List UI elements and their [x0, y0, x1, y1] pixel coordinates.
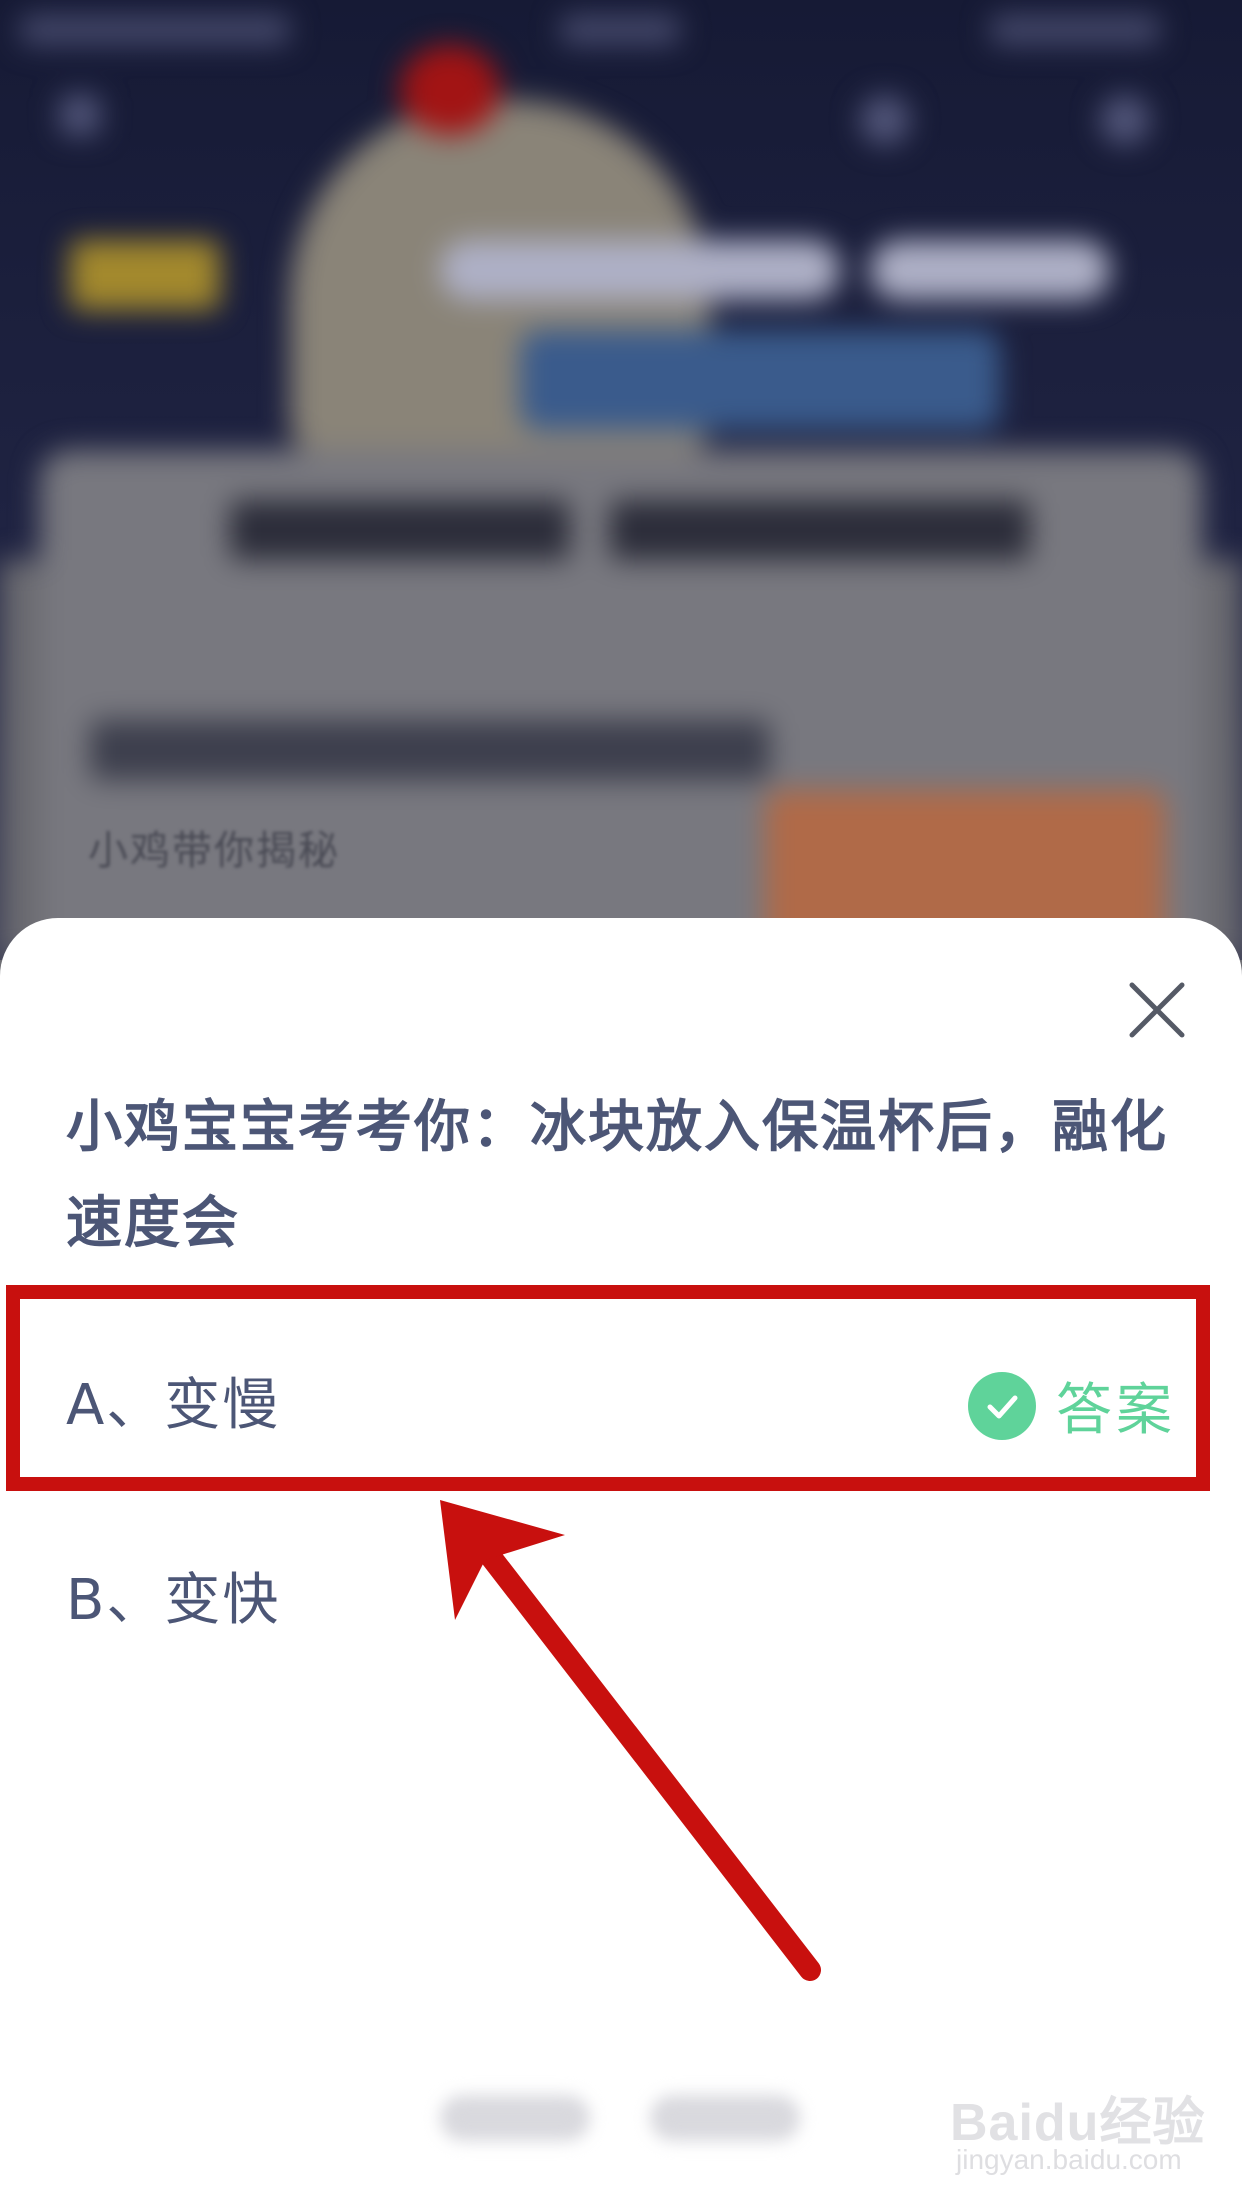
- watermark-sub: jingyan.baidu.com: [956, 2144, 1182, 2175]
- bottom-button-left: [440, 2095, 590, 2141]
- annotation-arrow: [440, 1500, 821, 1981]
- watermark: Baidu经验 jingyan.baidu.com: [950, 2080, 1220, 2190]
- bottom-button-right: [650, 2095, 800, 2141]
